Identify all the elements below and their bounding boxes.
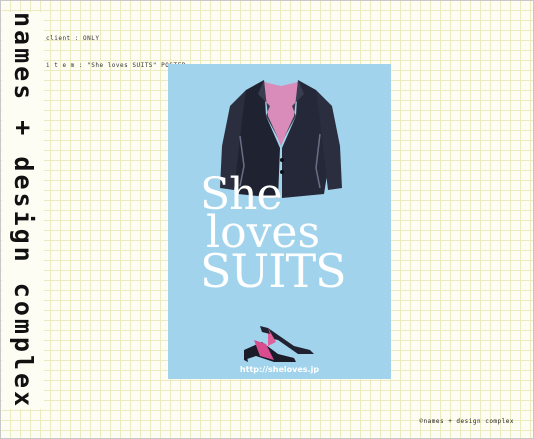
poster-url: http://sheloves.jp: [239, 365, 320, 374]
poster: She loves SUITS http://sheloves.jp: [168, 64, 391, 379]
brand-vertical-title: names + design complex: [2, 12, 44, 410]
client-line: client : ONLY: [46, 35, 100, 42]
project-meta: client : ONLY i t e m : "She loves SUITS…: [46, 16, 186, 79]
shoes-illustration: [244, 326, 314, 362]
poster-headline: She loves SUITS: [200, 173, 347, 298]
item-line: i t e m : "She loves SUITS" POSTER: [46, 62, 186, 69]
copyright-credit: ©names + design complex: [419, 418, 514, 425]
headline-suits: SUITS: [200, 244, 347, 298]
